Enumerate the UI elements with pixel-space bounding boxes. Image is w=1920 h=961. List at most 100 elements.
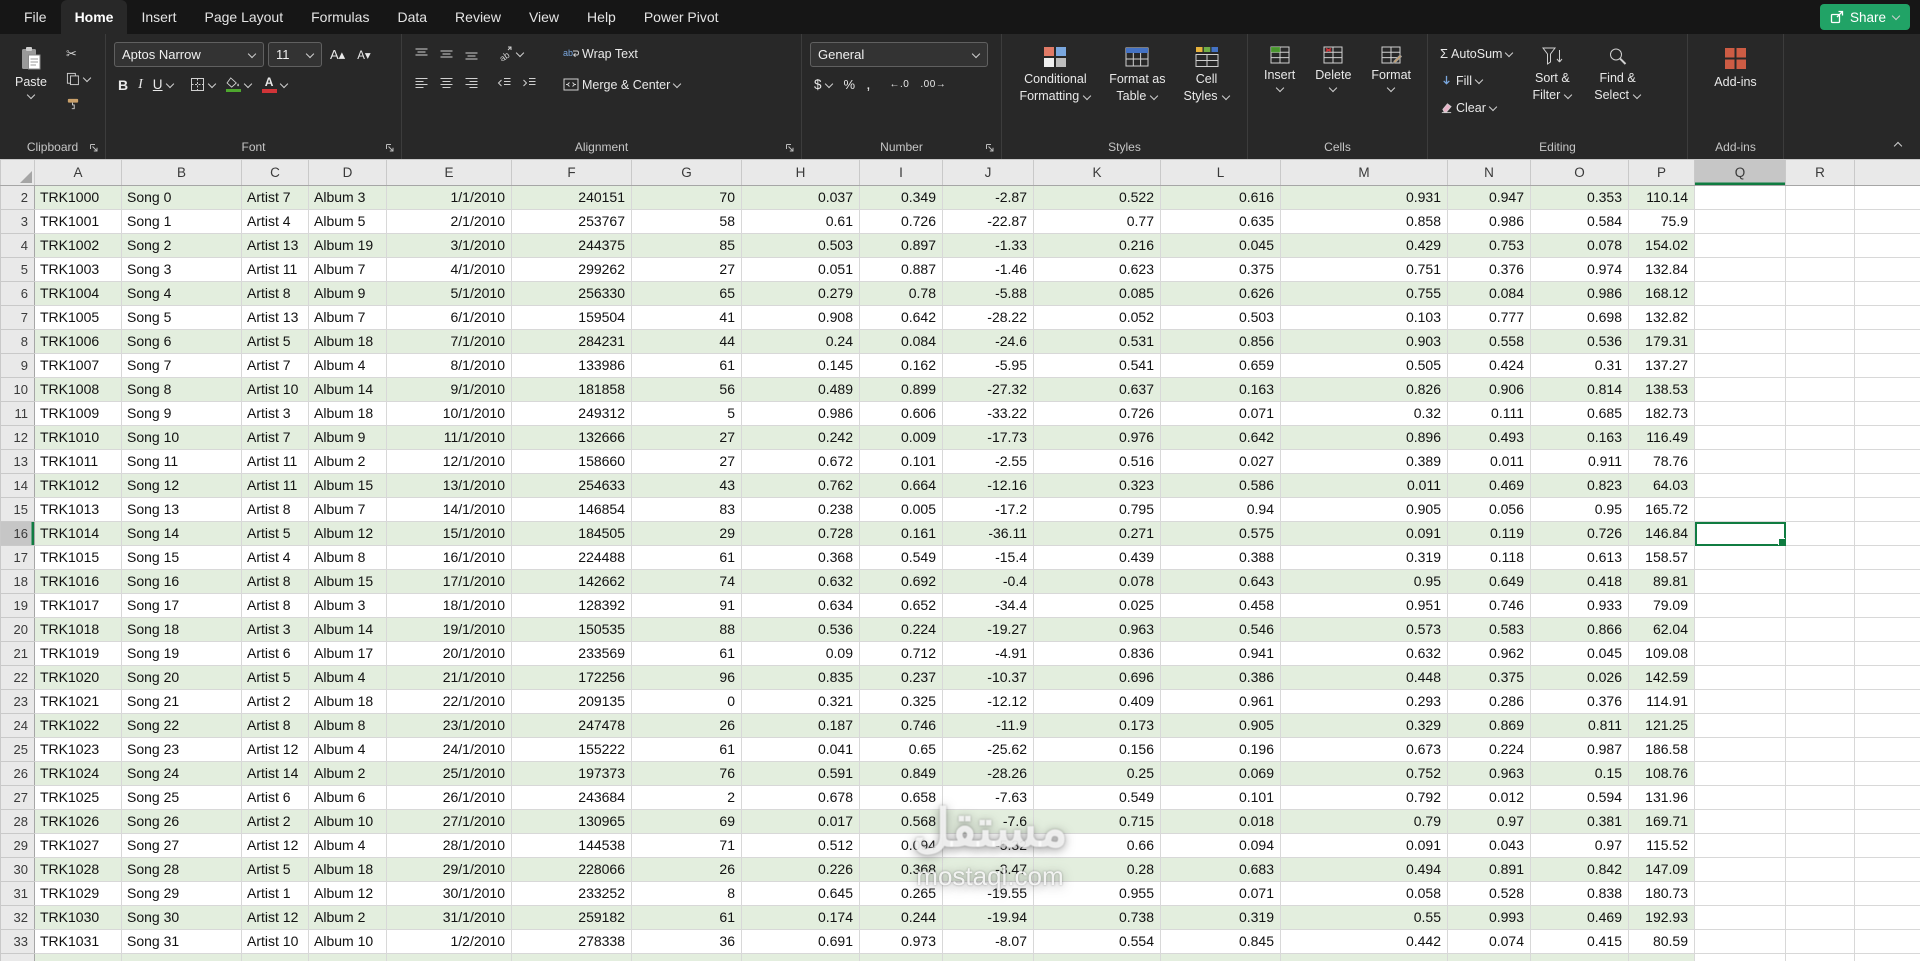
cell-Q5[interactable] xyxy=(1695,258,1786,282)
cell-B18[interactable]: Song 16 xyxy=(122,570,242,594)
cell-Q12[interactable] xyxy=(1695,426,1786,450)
cell-D26[interactable]: Album 2 xyxy=(309,762,387,786)
format-cells-button[interactable]: Format xyxy=(1364,42,1418,96)
cell-E30[interactable]: 29/1/2010 xyxy=(387,858,512,882)
cell-N8[interactable]: 0.558 xyxy=(1448,330,1531,354)
cell-Q10[interactable] xyxy=(1695,378,1786,402)
cell-L32[interactable]: 0.319 xyxy=(1161,906,1281,930)
cell-E25[interactable]: 24/1/2010 xyxy=(387,738,512,762)
cell-L17[interactable]: 0.388 xyxy=(1161,546,1281,570)
cell-I29[interactable]: 0.094 xyxy=(860,834,943,858)
cell-J6[interactable]: -5.88 xyxy=(943,282,1034,306)
cell-E5[interactable]: 4/1/2010 xyxy=(387,258,512,282)
cell-E14[interactable]: 13/1/2010 xyxy=(387,474,512,498)
cell-D25[interactable]: Album 4 xyxy=(309,738,387,762)
cell-N32[interactable]: 0.993 xyxy=(1448,906,1531,930)
cell-J18[interactable]: -0.4 xyxy=(943,570,1034,594)
cell-M25[interactable]: 0.673 xyxy=(1281,738,1448,762)
tab-page-layout[interactable]: Page Layout xyxy=(190,0,297,34)
cell-N12[interactable]: 0.493 xyxy=(1448,426,1531,450)
cell-G28[interactable]: 69 xyxy=(632,810,742,834)
cell-F33[interactable]: 278338 xyxy=(512,930,632,954)
cell-F18[interactable]: 142662 xyxy=(512,570,632,594)
cell-D30[interactable]: Album 18 xyxy=(309,858,387,882)
cell-B16[interactable]: Song 14 xyxy=(122,522,242,546)
cell-C5[interactable]: Artist 11 xyxy=(242,258,309,282)
cell-O10[interactable]: 0.814 xyxy=(1531,378,1629,402)
cell-I13[interactable]: 0.101 xyxy=(860,450,943,474)
cell-C17[interactable]: Artist 4 xyxy=(242,546,309,570)
cell-D6[interactable]: Album 9 xyxy=(309,282,387,306)
column-header-P[interactable]: P xyxy=(1629,160,1695,186)
cell-J34[interactable] xyxy=(943,954,1034,961)
cell-Q30[interactable] xyxy=(1695,858,1786,882)
row-header-32[interactable]: 32 xyxy=(1,906,35,930)
cell-K32[interactable]: 0.738 xyxy=(1034,906,1161,930)
cell-O17[interactable]: 0.613 xyxy=(1531,546,1629,570)
cell-B28[interactable]: Song 26 xyxy=(122,810,242,834)
cell-B8[interactable]: Song 6 xyxy=(122,330,242,354)
cell-N27[interactable]: 0.012 xyxy=(1448,786,1531,810)
cell-Q24[interactable] xyxy=(1695,714,1786,738)
font-size-select[interactable]: 11 xyxy=(268,42,322,67)
share-button[interactable]: Share xyxy=(1820,4,1910,30)
cell-P30[interactable]: 147.09 xyxy=(1629,858,1695,882)
cell-Q18[interactable] xyxy=(1695,570,1786,594)
row-header-25[interactable]: 25 xyxy=(1,738,35,762)
tab-view[interactable]: View xyxy=(515,0,573,34)
cell-H5[interactable]: 0.051 xyxy=(742,258,860,282)
cell-N14[interactable]: 0.469 xyxy=(1448,474,1531,498)
cell-B9[interactable]: Song 7 xyxy=(122,354,242,378)
cell-O25[interactable]: 0.987 xyxy=(1531,738,1629,762)
cell-M15[interactable]: 0.905 xyxy=(1281,498,1448,522)
cell-K6[interactable]: 0.085 xyxy=(1034,282,1161,306)
cell-L8[interactable]: 0.856 xyxy=(1161,330,1281,354)
cell-D14[interactable]: Album 15 xyxy=(309,474,387,498)
cell-M32[interactable]: 0.55 xyxy=(1281,906,1448,930)
cell-L22[interactable]: 0.386 xyxy=(1161,666,1281,690)
cell-P14[interactable]: 64.03 xyxy=(1629,474,1695,498)
cell-D19[interactable]: Album 3 xyxy=(309,594,387,618)
row-header-18[interactable]: 18 xyxy=(1,570,35,594)
cell-J7[interactable]: -28.22 xyxy=(943,306,1034,330)
cell-D23[interactable]: Album 18 xyxy=(309,690,387,714)
cell-K30[interactable]: 0.28 xyxy=(1034,858,1161,882)
cell-F25[interactable]: 155222 xyxy=(512,738,632,762)
cell-P15[interactable]: 165.72 xyxy=(1629,498,1695,522)
cell-styles-button[interactable]: Cell Styles xyxy=(1176,42,1236,107)
cell-B13[interactable]: Song 11 xyxy=(122,450,242,474)
cell-D3[interactable]: Album 5 xyxy=(309,210,387,234)
cell-K13[interactable]: 0.516 xyxy=(1034,450,1161,474)
cell-I7[interactable]: 0.642 xyxy=(860,306,943,330)
column-header-M[interactable]: M xyxy=(1281,160,1448,186)
cell-D24[interactable]: Album 8 xyxy=(309,714,387,738)
cell-G5[interactable]: 27 xyxy=(632,258,742,282)
cell-A21[interactable]: TRK1019 xyxy=(35,642,122,666)
cell-B14[interactable]: Song 12 xyxy=(122,474,242,498)
column-header-D[interactable]: D xyxy=(309,160,387,186)
cell-I27[interactable]: 0.658 xyxy=(860,786,943,810)
cell-P2[interactable]: 110.14 xyxy=(1629,186,1695,210)
cell-I15[interactable]: 0.005 xyxy=(860,498,943,522)
cell-A6[interactable]: TRK1004 xyxy=(35,282,122,306)
cell-Q26[interactable] xyxy=(1695,762,1786,786)
cell-Q21[interactable] xyxy=(1695,642,1786,666)
row-header-26[interactable]: 26 xyxy=(1,762,35,786)
increase-decimal-button[interactable]: ←.0 xyxy=(886,73,914,96)
cell-O8[interactable]: 0.536 xyxy=(1531,330,1629,354)
cell-L13[interactable]: 0.027 xyxy=(1161,450,1281,474)
cell-A19[interactable]: TRK1017 xyxy=(35,594,122,618)
cell-J26[interactable]: -28.26 xyxy=(943,762,1034,786)
cell-G11[interactable]: 5 xyxy=(632,402,742,426)
column-header-B[interactable]: B xyxy=(122,160,242,186)
cell-F12[interactable]: 132666 xyxy=(512,426,632,450)
cell-F21[interactable]: 233569 xyxy=(512,642,632,666)
cell-R28[interactable] xyxy=(1786,810,1855,834)
cell-A27[interactable]: TRK1025 xyxy=(35,786,122,810)
cell-I16[interactable]: 0.161 xyxy=(860,522,943,546)
cell-J33[interactable]: -8.07 xyxy=(943,930,1034,954)
align-middle-button[interactable] xyxy=(435,42,458,65)
cell-I4[interactable]: 0.897 xyxy=(860,234,943,258)
cell-E28[interactable]: 27/1/2010 xyxy=(387,810,512,834)
cell-O9[interactable]: 0.31 xyxy=(1531,354,1629,378)
